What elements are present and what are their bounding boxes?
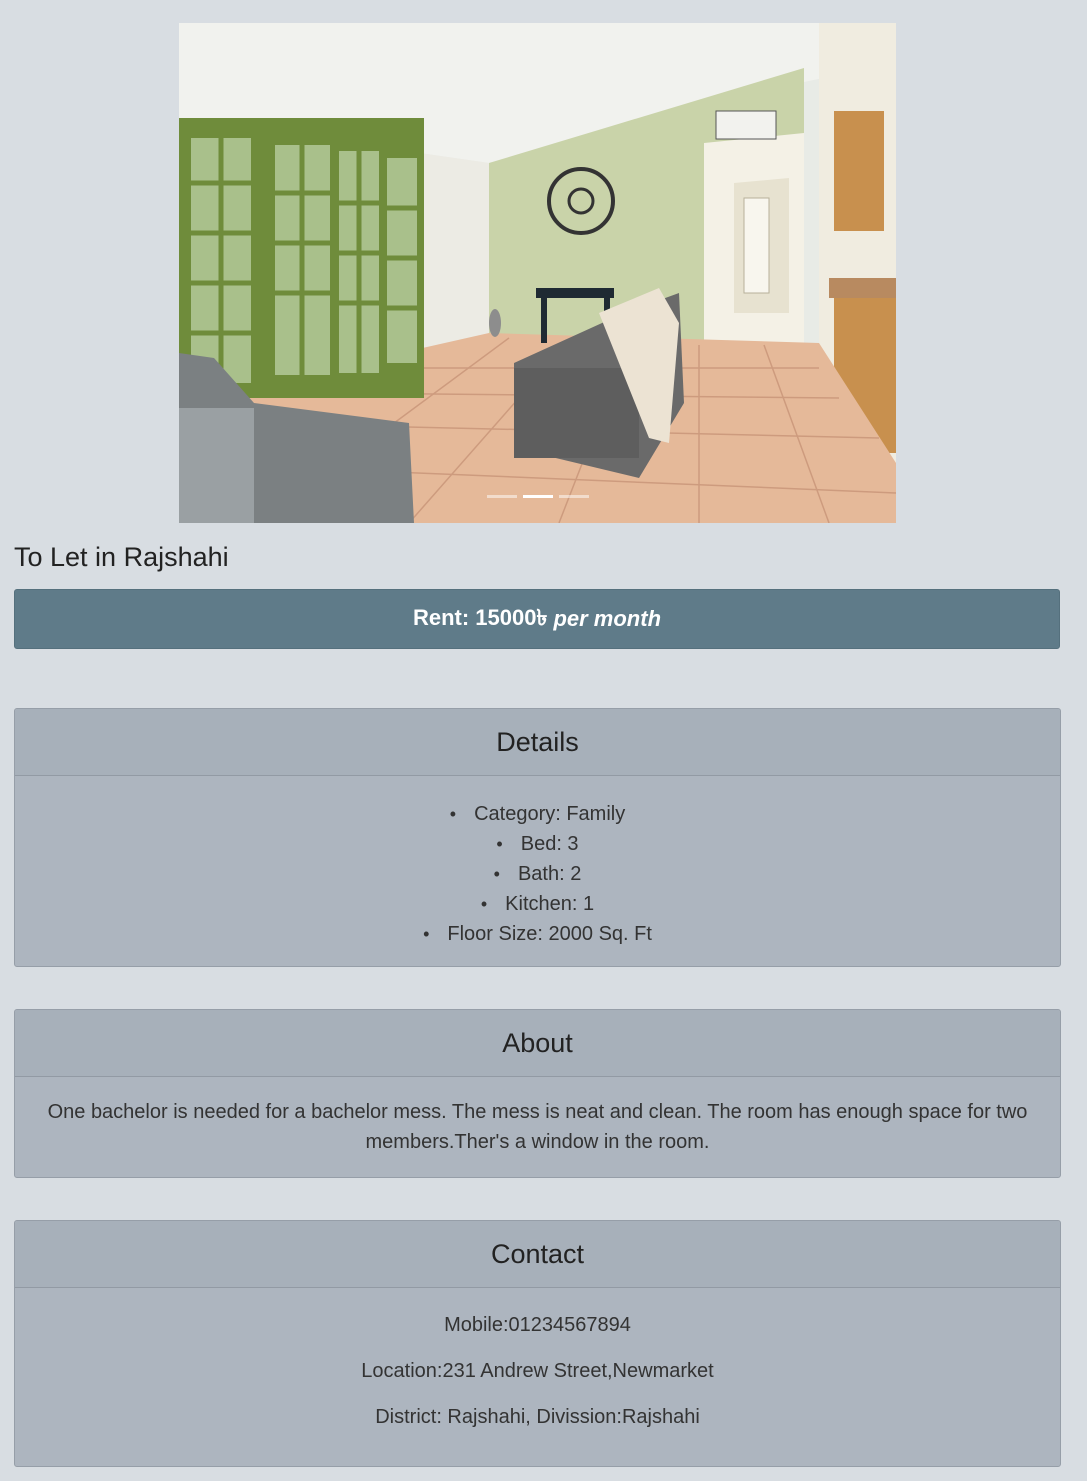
- contact-body: Mobile:01234567894 Location:231 Andrew S…: [15, 1288, 1060, 1432]
- contact-heading: Contact: [15, 1221, 1060, 1288]
- details-list: Category: Family Bed: 3 Bath: 2 Kitchen:…: [15, 776, 1060, 949]
- rent-period: per month: [553, 606, 662, 631]
- details-item-category: Category: Family: [15, 799, 1060, 829]
- details-card: Details Category: Family Bed: 3 Bath: 2 …: [14, 708, 1061, 967]
- contact-card: Contact Mobile:01234567894 Location:231 …: [14, 1220, 1061, 1467]
- rent-banner: Rent: 15000৳ per month: [14, 589, 1060, 649]
- carousel-indicator-1[interactable]: [486, 495, 517, 498]
- listing-title: To Let in Rajshahi: [14, 542, 229, 572]
- contact-mobile: Mobile:01234567894: [444, 1314, 631, 1336]
- details-item-kitchen: Kitchen: 1: [15, 889, 1060, 919]
- image-carousel[interactable]: [179, 23, 896, 523]
- contact-location: Location:231 Andrew Street,Newmarket: [361, 1360, 714, 1382]
- contact-district: District: Rajshahi, Divission:Rajshahi: [375, 1406, 700, 1428]
- details-item-bed: Bed: 3: [15, 829, 1060, 859]
- property-photo: [179, 23, 896, 523]
- about-heading: About: [15, 1010, 1060, 1077]
- about-text: One bachelor is needed for a bachelor me…: [47, 1101, 1028, 1153]
- carousel-indicator-2[interactable]: [522, 495, 553, 498]
- carousel-indicator-3[interactable]: [558, 495, 589, 498]
- carousel-indicators: [179, 495, 896, 498]
- details-heading: Details: [15, 709, 1060, 776]
- details-item-bath: Bath: 2: [15, 859, 1060, 889]
- details-item-floor-size: Floor Size: 2000 Sq. Ft: [15, 919, 1060, 949]
- rent-amount: Rent: 15000৳: [412, 604, 548, 630]
- about-card: About One bachelor is needed for a bache…: [14, 1009, 1061, 1178]
- details-body: Category: Family Bed: 3 Bath: 2 Kitchen:…: [15, 776, 1060, 949]
